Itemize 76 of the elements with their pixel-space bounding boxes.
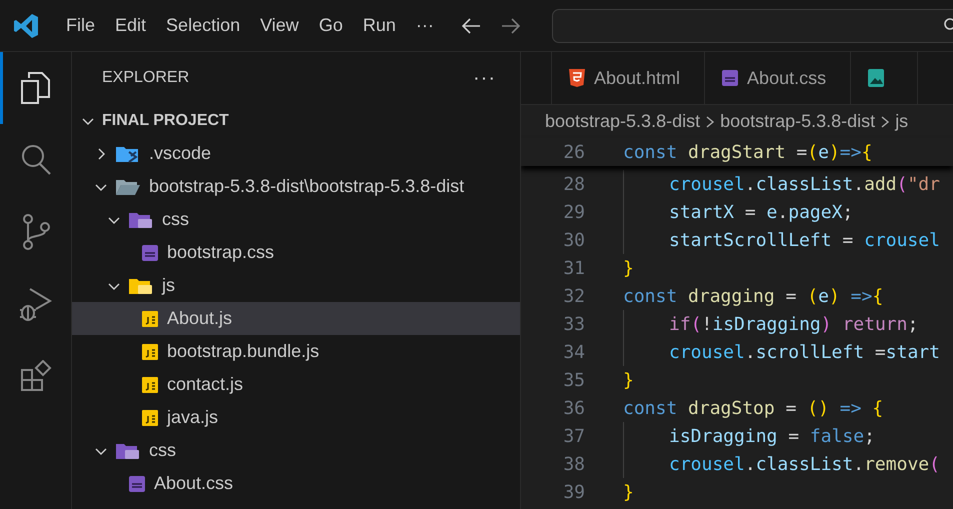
file-tree-item[interactable]: js <box>72 269 520 302</box>
run-debug-icon <box>18 286 52 322</box>
menu-item[interactable]: ··· <box>406 15 444 36</box>
code-line: startX = e.pageX; <box>669 202 854 222</box>
breadcrumb-item[interactable]: js <box>895 111 908 132</box>
line-number: 38 <box>562 454 585 474</box>
menu-item[interactable]: View <box>250 15 309 36</box>
folder-icon <box>128 210 154 228</box>
editor-tab[interactable]: About.css <box>705 52 852 104</box>
file-tree-item[interactable]: About.js <box>72 302 520 335</box>
code-line: isDragging = false; <box>669 426 875 446</box>
css-file-icon <box>141 244 159 262</box>
menu-item[interactable]: File <box>56 15 106 36</box>
html-file-icon <box>568 68 586 88</box>
code-line: } <box>623 258 634 278</box>
menu-item[interactable]: Go <box>308 15 353 36</box>
line-number: 33 <box>562 314 585 334</box>
explorer-title: EXPLORER <box>102 69 190 87</box>
line-number: 26 <box>562 142 585 162</box>
chevron-icon <box>879 114 892 130</box>
menu-item[interactable]: Selection <box>156 15 250 36</box>
js-file-icon <box>141 376 159 394</box>
folder-header[interactable]: FINAL PROJECT <box>72 104 520 137</box>
file-tree-item[interactable]: About.css <box>72 467 520 500</box>
menu-item[interactable]: Run <box>352 15 406 36</box>
extensions-icon <box>20 360 52 392</box>
app-logo-icon[interactable] <box>13 12 39 38</box>
folder-icon <box>115 178 141 196</box>
back-arrow-icon[interactable] <box>460 16 482 36</box>
line-number: 29 <box>562 202 585 222</box>
js-file-icon <box>141 310 159 328</box>
breadcrumb-item[interactable]: bootstrap-5.3.8-dist <box>545 111 700 132</box>
code-line: crousel.classList.add("dr <box>669 174 940 194</box>
code-line: } <box>623 370 634 390</box>
file-tree-item[interactable]: .vscode <box>72 137 520 170</box>
file-tree-item[interactable]: bootstrap-5.3.8-dist\bootstrap-5.3.8-dist <box>72 170 520 203</box>
line-number: 34 <box>562 342 585 362</box>
file-tree-item[interactable]: contact.js <box>72 368 520 401</box>
css-file-icon <box>721 69 740 87</box>
editor-tab[interactable]: About.html <box>552 52 706 104</box>
chevron-icon <box>704 114 716 130</box>
line-number: 28 <box>562 174 585 194</box>
js-file-icon <box>141 342 159 360</box>
line-number: 35 <box>562 370 585 390</box>
file-tree-item[interactable]: bootstrap.bundle.js <box>72 335 520 368</box>
search-field[interactable] <box>552 8 953 42</box>
breadcrumb-item[interactable]: bootstrap-5.3.8-dist <box>720 111 876 132</box>
folder-icon <box>115 442 141 460</box>
line-number: 36 <box>562 398 585 418</box>
code-line: if(!isDragging) return; <box>669 314 918 334</box>
source-control-icon <box>20 213 50 251</box>
image-file-icon <box>867 68 886 88</box>
code-line: const dragging = (e) =>{ <box>623 286 884 306</box>
css-file-icon <box>128 474 146 492</box>
code-line: crousel.scrollLeft =start <box>669 342 940 362</box>
files-icon <box>18 70 52 106</box>
file-tree-item[interactable]: java.js <box>72 401 520 434</box>
code-line: const dragStop = () => { <box>623 398 884 418</box>
line-number: 39 <box>562 482 585 502</box>
js-file-icon <box>141 408 159 426</box>
folder-icon <box>128 276 154 294</box>
more-actions-button[interactable]: ··· <box>473 66 496 90</box>
menu-item[interactable]: Edit <box>105 15 156 36</box>
file-tree-item[interactable]: bootstrap.css <box>72 236 520 269</box>
code-line: startScrollLeft = crousel <box>669 230 940 250</box>
file-tree-item[interactable]: css <box>72 434 520 467</box>
line-number: 37 <box>562 426 585 446</box>
forward-arrow-icon[interactable] <box>500 16 522 36</box>
code-line: } <box>623 482 634 502</box>
file-tree-item[interactable]: css <box>72 203 520 236</box>
line-number: 31 <box>562 258 585 278</box>
folder-icon <box>115 144 141 162</box>
line-number: 30 <box>562 230 585 250</box>
code-line: const dragStart =(e)=>{ <box>623 142 872 162</box>
code-line: crousel.classList.remove( <box>669 454 940 474</box>
line-number: 32 <box>562 286 585 306</box>
